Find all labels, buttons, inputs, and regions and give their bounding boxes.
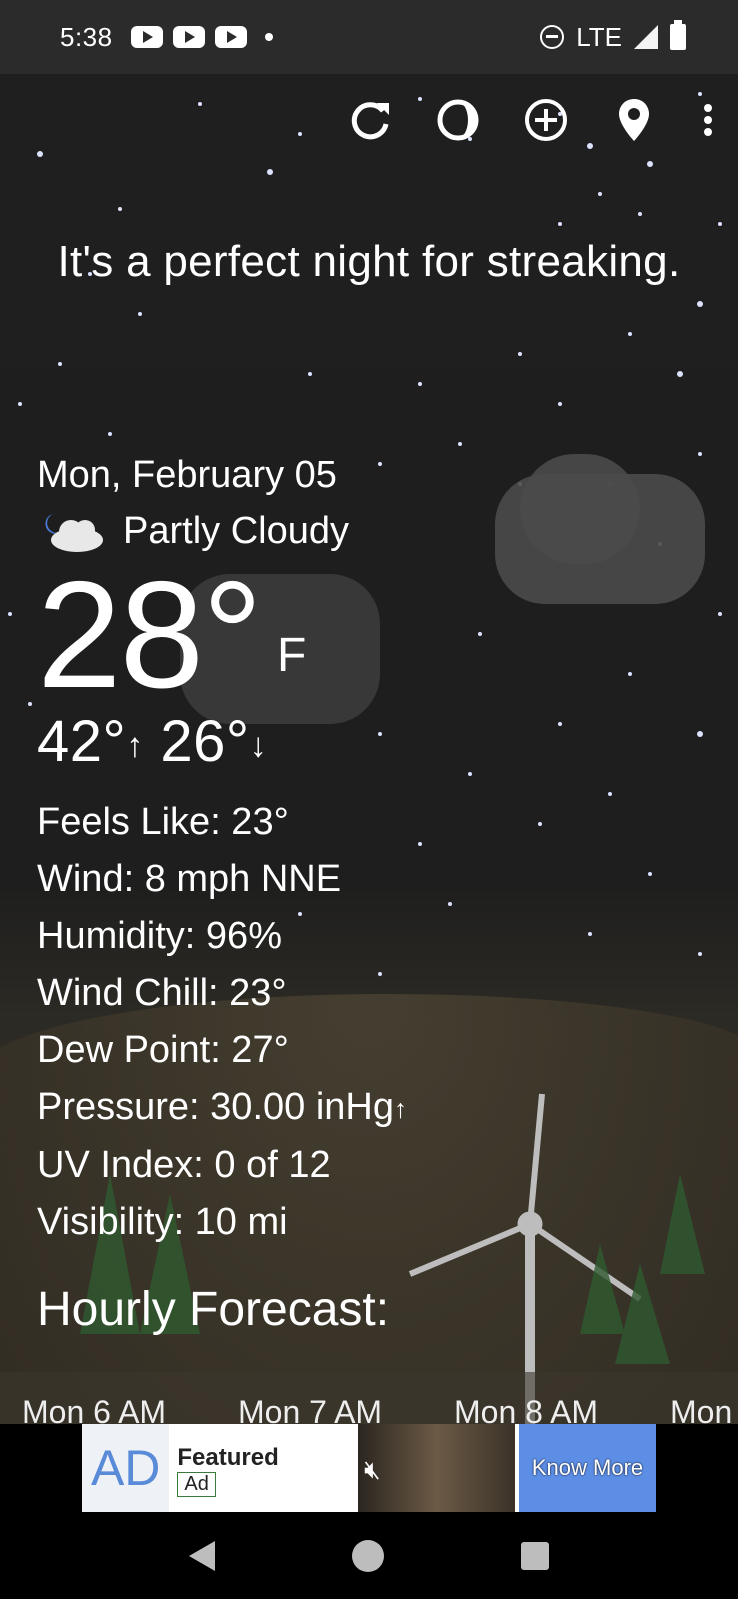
add-location-icon[interactable] [522, 96, 570, 144]
ad-banner[interactable]: AD Featured Ad 🔇︎ Know More [82, 1424, 657, 1512]
temperature-unit: F [277, 629, 307, 682]
notification-dot-icon [264, 33, 273, 41]
current-conditions: Mon, February 05 Partly Cloudy 28° F 42°… [37, 452, 407, 1251]
network-type: LTE [576, 21, 622, 52]
weather-screen[interactable]: It's a perfect night for streaking. Mon,… [0, 74, 738, 1424]
ad-video[interactable]: 🔇︎ [358, 1424, 515, 1512]
hourly-item[interactable]: Mon 7 AM [238, 1394, 382, 1424]
pressure-rising-icon: ↑ [393, 1093, 407, 1124]
recent-apps-icon[interactable] [521, 1541, 550, 1570]
hourly-item[interactable]: Mon 6 AM [22, 1394, 166, 1424]
refresh-icon[interactable] [346, 96, 394, 144]
feels-like: Feels Like: 23° [37, 800, 289, 843]
wind: Wind: 8 mph NNE [37, 857, 342, 900]
current-temperature: 28° [37, 550, 263, 720]
ad-know-more-button[interactable]: Know More [518, 1424, 657, 1512]
youtube-icon [172, 26, 205, 48]
weather-quip: It's a perfect night for streaking. [57, 237, 681, 286]
more-vert-icon[interactable] [698, 96, 718, 144]
ad-text: Featured Ad [169, 1424, 358, 1512]
ad-title: Featured [177, 1444, 279, 1471]
weather-details: Feels Like: 23° Wind: 8 mph NNE Humidity… [37, 794, 407, 1251]
arrow-up-icon: ↑ [126, 726, 144, 765]
current-date: Mon, February 05 [37, 454, 337, 496]
hourly-item[interactable]: Mon 8 AM [454, 1394, 598, 1424]
youtube-icon [130, 26, 163, 48]
toolbar [346, 96, 718, 144]
arrow-down-icon: ↓ [249, 726, 268, 765]
partly-cloudy-night-icon [45, 514, 103, 552]
battery-icon [670, 20, 686, 50]
youtube-icon [214, 26, 247, 48]
status-time: 5:38 [60, 21, 113, 52]
hourly-forecast-title: Hourly Forecast: [37, 1283, 390, 1336]
home-icon[interactable] [351, 1539, 384, 1572]
condition-text: Partly Cloudy [123, 509, 349, 552]
pressure-row: Pressure: 30.00 inHg↑ [37, 1079, 407, 1137]
back-icon[interactable] [188, 1540, 215, 1571]
wind-chill: Wind Chill: 23° [37, 971, 287, 1014]
ad-logo: AD [82, 1424, 170, 1512]
temperature-row: 28° F [37, 559, 407, 711]
uv-index: UV Index: 0 of 12 [37, 1144, 331, 1187]
visibility: Visibility: 10 mi [37, 1201, 288, 1244]
pressure: Pressure: 30.00 inHg [37, 1085, 394, 1128]
mute-icon[interactable]: 🔇︎ [364, 1454, 380, 1486]
hourly-item[interactable]: Mon [670, 1394, 732, 1424]
status-bar: 5:38 LTE [0, 0, 738, 74]
humidity: Humidity: 96% [37, 914, 282, 957]
do-not-disturb-icon [540, 25, 565, 49]
location-pin-icon[interactable] [610, 96, 658, 144]
ad-badge: Ad [177, 1472, 216, 1497]
signal-icon [634, 25, 658, 49]
high-low: 42°↑ 26°↓ [37, 710, 407, 778]
system-nav-bar [0, 1512, 738, 1599]
condition-row: Partly Cloudy [37, 508, 407, 554]
theme-icon[interactable] [434, 96, 482, 144]
hourly-forecast-list[interactable]: Mon 6 AM Mon 7 AM Mon 8 AM Mon [0, 1372, 738, 1424]
dew-point: Dew Point: 27° [37, 1028, 289, 1071]
